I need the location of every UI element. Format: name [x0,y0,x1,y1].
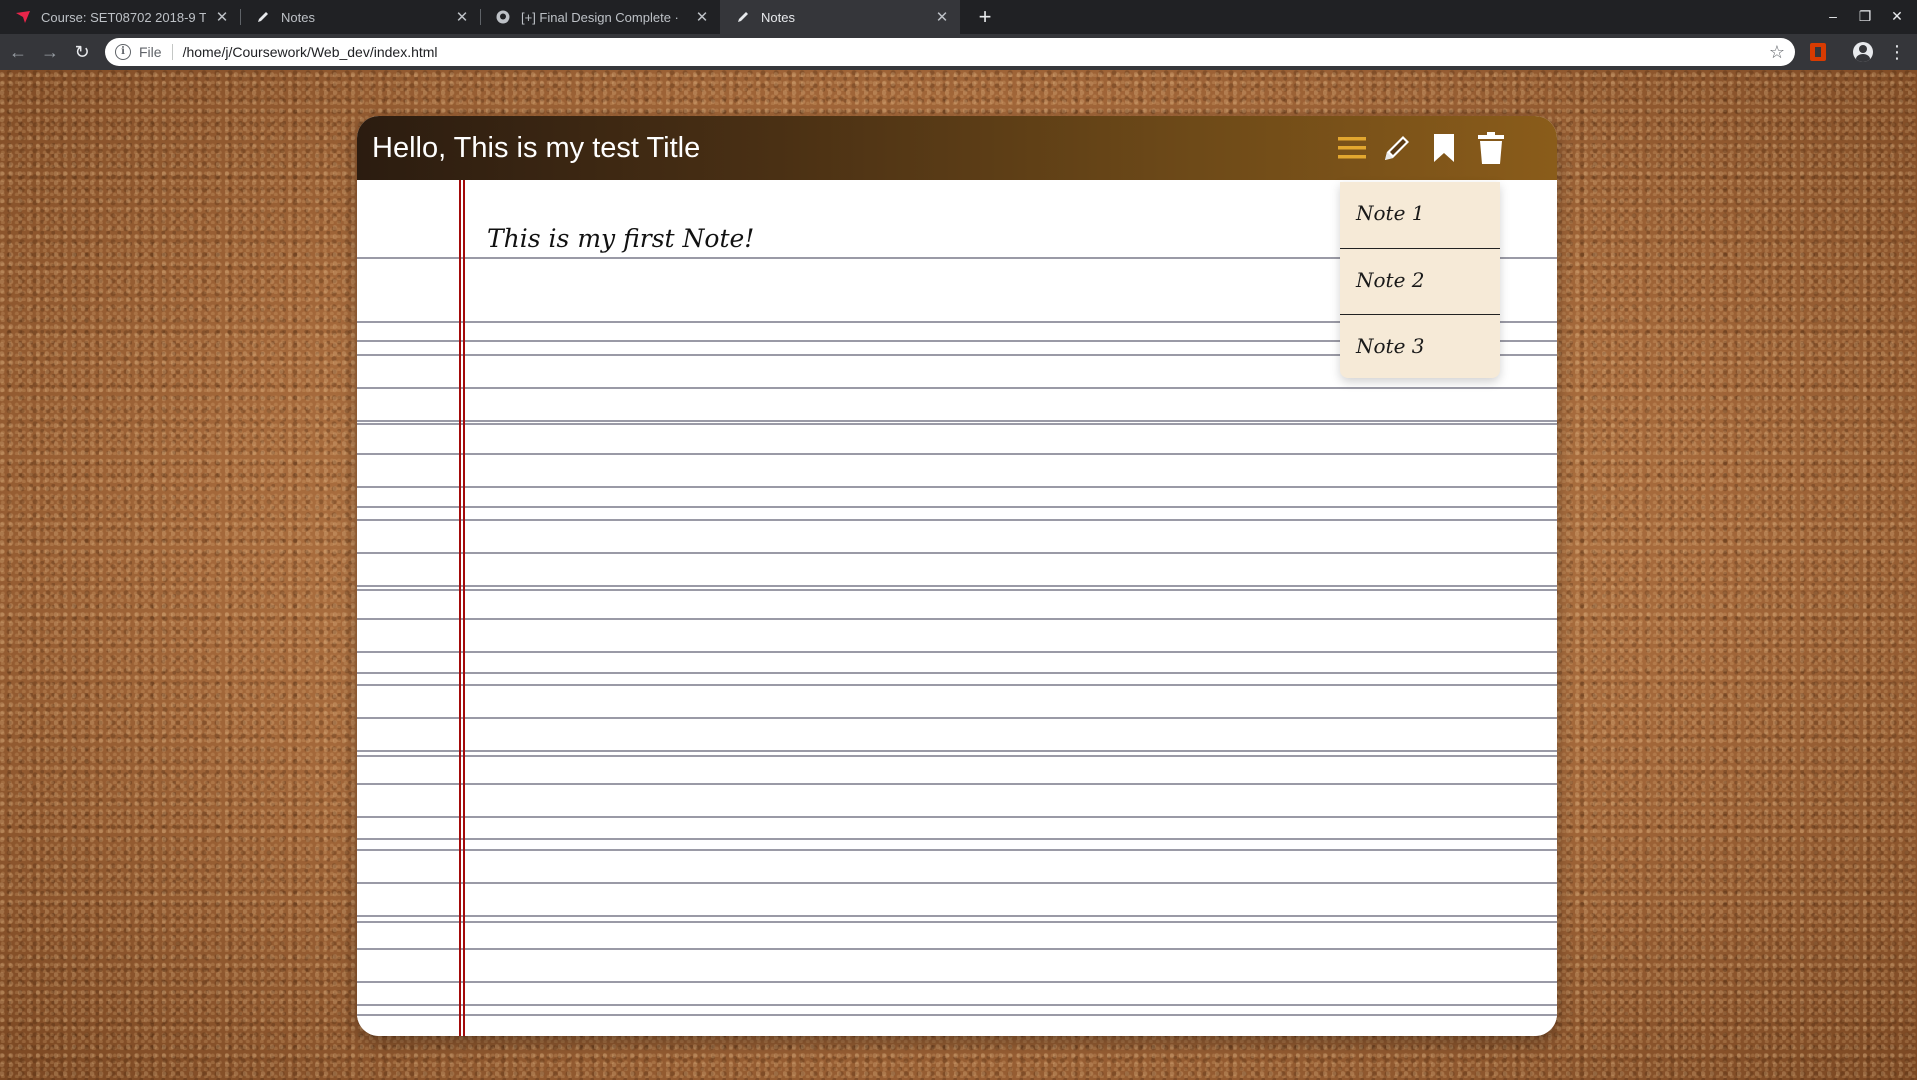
browser-tab-bar: Course: SET08702 2018-9 T ✕ Notes ✕ [+] … [0,0,1917,34]
forward-icon[interactable]: → [38,40,62,64]
tab-course[interactable]: Course: SET08702 2018-9 T ✕ [0,0,240,34]
bookmark-icon[interactable] [1426,130,1462,166]
note-body[interactable]: This is my first Note! [487,224,754,253]
office-extension-icon[interactable] [1810,43,1826,61]
margin-line [463,180,465,1036]
pencil-icon[interactable] [1379,130,1415,166]
profile-avatar-icon[interactable] [1853,42,1873,62]
moodle-icon [15,9,31,25]
new-tab-icon[interactable]: + [972,4,998,30]
tab-label: Notes [761,9,795,25]
omnibox-divider [171,44,173,60]
dropdown-item-note-3[interactable]: Note 3 [1340,314,1500,378]
info-icon[interactable]: i [115,44,131,60]
url-scheme: File [139,44,162,60]
trash-icon[interactable] [1473,130,1509,166]
browser-toolbar: ← → ↻ i File /home/j/Coursework/Web_dev/… [0,34,1917,70]
minimize-icon[interactable]: – [1823,6,1843,26]
notes-pen-icon [735,9,751,25]
menu-icon[interactable] [1334,130,1370,166]
tab-github[interactable]: [+] Final Design Complete · ✕ [480,0,720,34]
restore-icon[interactable]: ❐ [1855,6,1875,26]
close-window-icon[interactable]: ✕ [1887,6,1907,26]
github-icon [495,9,511,25]
bookmark-star-icon[interactable]: ☆ [1769,42,1785,63]
close-tab-icon[interactable]: ✕ [454,9,470,26]
dropdown-item-note-2[interactable]: Note 2 [1340,248,1500,314]
reload-icon[interactable]: ↻ [70,40,94,64]
tab-notes[interactable]: Notes ✕ [240,0,480,34]
tab-label: Course: SET08702 2018-9 T [41,9,206,25]
ruled-lines [357,321,1557,1036]
margin-line [459,180,461,1036]
note-header: Hello, This is my test Title [357,116,1557,180]
dropdown-item-note-1[interactable]: Note 1 [1340,182,1500,248]
browser-menu-icon[interactable]: ⋮ [1888,40,1906,64]
back-icon[interactable]: ← [6,40,30,64]
address-bar[interactable]: i File /home/j/Coursework/Web_dev/index.… [105,38,1795,66]
tab-label: Notes [281,9,315,25]
close-tab-icon[interactable]: ✕ [694,9,710,26]
close-tab-icon[interactable]: ✕ [214,9,230,26]
url-text[interactable]: /home/j/Coursework/Web_dev/index.html [183,44,1769,60]
notes-pen-icon [255,9,271,25]
note-title[interactable]: Hello, This is my test Title [372,116,700,180]
notes-dropdown-menu: Note 1 Note 2 Note 3 [1340,182,1500,378]
tab-notes-active[interactable]: Notes ✕ [720,0,960,34]
close-tab-icon[interactable]: ✕ [934,9,950,26]
tab-label: [+] Final Design Complete · [521,9,679,25]
